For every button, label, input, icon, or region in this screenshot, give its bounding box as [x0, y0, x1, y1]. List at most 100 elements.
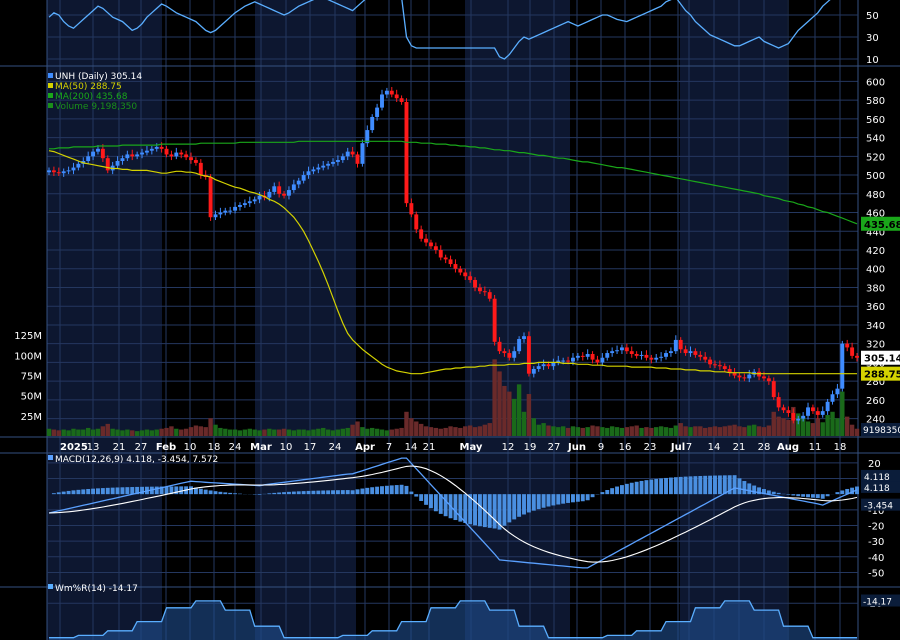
- macd-hist-bar: [752, 485, 757, 495]
- candle-body: [208, 176, 213, 218]
- macd-hist-bar: [389, 485, 394, 495]
- volume-bar: [580, 427, 585, 436]
- volume-bar: [541, 423, 546, 436]
- volume-bar: [394, 428, 399, 436]
- candle-body: [184, 154, 189, 158]
- candle-body: [277, 186, 282, 194]
- volume-bar: [345, 427, 350, 436]
- macd-hist-bar: [605, 489, 610, 495]
- volume-bar: [678, 423, 683, 436]
- volume-bar: [663, 427, 669, 436]
- volume-bar: [448, 426, 453, 436]
- candle-body: [286, 190, 291, 196]
- macd-hist-bar: [698, 475, 703, 495]
- macd-hist-bar: [649, 479, 654, 495]
- macd-hist-bar: [66, 490, 71, 495]
- macd-hist-bar: [820, 494, 825, 499]
- macd-hist-bar: [213, 491, 218, 495]
- candle-body: [419, 229, 424, 239]
- candle-body: [47, 170, 51, 173]
- macd-hist-bar: [526, 494, 531, 513]
- price-tick-label: 500: [866, 171, 885, 182]
- macd-hist-bar: [732, 475, 737, 495]
- macd-hist-bar: [575, 494, 580, 502]
- macd-hist-bar: [659, 478, 664, 495]
- macd-hist-bar: [517, 494, 522, 517]
- volume-bar: [110, 428, 115, 436]
- macd-hist-bar: [791, 494, 796, 496]
- macd-hist-bar: [747, 483, 752, 495]
- stock-chart[interactable]: 2402602803003203403603804004204404604805…: [0, 0, 900, 640]
- macd-hist-bar: [673, 477, 678, 495]
- macd-hist-bar: [717, 475, 722, 495]
- price-last-label: 305.14: [864, 354, 900, 365]
- candle-body: [561, 360, 566, 362]
- volume-bar: [414, 421, 419, 436]
- macd-hist-bar: [218, 491, 223, 495]
- candle-body: [497, 341, 502, 352]
- volume-bar: [526, 394, 532, 436]
- volume-bar: [330, 430, 336, 436]
- macd-hist-bar: [375, 486, 380, 495]
- date-label: 11: [809, 442, 822, 453]
- candle-body: [71, 167, 76, 171]
- candle-body: [683, 349, 688, 354]
- candle-body: [713, 364, 717, 366]
- candle-body: [806, 407, 810, 416]
- date-label: 21: [423, 442, 436, 453]
- candle-body: [810, 407, 815, 412]
- macd-hist-bar: [130, 487, 135, 495]
- volume-bar: [120, 430, 125, 436]
- candle-body: [737, 375, 742, 378]
- candle-body: [639, 354, 644, 356]
- candle-body: [629, 351, 634, 354]
- price-tick-label: 580: [866, 96, 885, 107]
- date-label: 10: [280, 442, 293, 453]
- price-tick-label: 480: [866, 190, 885, 201]
- volume-bar: [737, 426, 742, 436]
- macd-hist-bar: [668, 477, 673, 495]
- candle-body: [409, 203, 414, 215]
- volume-bar: [369, 427, 375, 436]
- candle-body: [233, 206, 238, 211]
- candle-body: [659, 356, 664, 358]
- macd-hist-bar: [384, 485, 389, 495]
- price-tick-label: 600: [866, 77, 885, 88]
- volume-bar: [688, 427, 693, 436]
- candle-body: [776, 397, 781, 408]
- macd-hist-bar: [683, 476, 688, 495]
- date-label: 7: [686, 442, 692, 453]
- legend-text: MA(50) 288.75: [55, 82, 122, 92]
- legend-swatch: [48, 73, 53, 78]
- volume-bar: [296, 429, 301, 436]
- volume-bar: [742, 427, 747, 436]
- candle-body: [517, 339, 522, 352]
- volume-bar: [830, 411, 835, 436]
- macd-tick-label: -20: [868, 521, 884, 532]
- volume-bar: [600, 427, 605, 436]
- candle-body: [717, 365, 722, 367]
- legend-text: Volume 9,198,350: [55, 102, 137, 112]
- volume-bar: [492, 359, 497, 436]
- macd-hist-bar: [56, 492, 61, 495]
- legend-text: UNH (Daily) 305.14: [55, 72, 142, 82]
- macd-tick-label: -30: [868, 537, 884, 548]
- volume-bar: [521, 411, 527, 436]
- price-tick-label: 320: [866, 340, 885, 351]
- wr-legend-text: Wm%R(14) -14.17: [55, 584, 138, 594]
- macd-hist-bar: [370, 487, 375, 495]
- candle-body: [380, 94, 384, 108]
- macd-hist-bar: [473, 494, 477, 526]
- candle-body: [644, 354, 649, 358]
- legend-swatch: [48, 103, 53, 108]
- volume-bar: [658, 426, 664, 436]
- candle-body: [218, 212, 223, 215]
- volume-bar: [218, 427, 223, 436]
- macd-hist-bar: [355, 489, 360, 495]
- macd-hist-bar: [154, 486, 159, 495]
- candle-body: [76, 163, 81, 168]
- volume-bar: [771, 411, 776, 436]
- candle-body: [384, 90, 389, 95]
- candle-body: [654, 357, 659, 360]
- candle-body: [149, 148, 154, 151]
